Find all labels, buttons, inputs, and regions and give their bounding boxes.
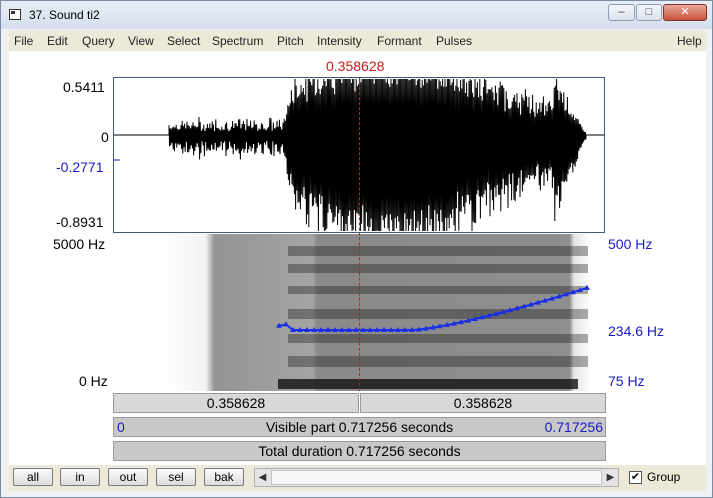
menu-query[interactable]: Query bbox=[82, 34, 115, 48]
zoom-out-button[interactable]: out bbox=[108, 468, 148, 486]
menu-pulses[interactable]: Pulses bbox=[436, 34, 472, 48]
menu-help[interactable]: Help bbox=[677, 34, 702, 48]
menu-intensity[interactable]: Intensity bbox=[317, 34, 362, 48]
pitch-value-label: 234.6 Hz bbox=[608, 323, 665, 339]
spectrogram-bottom-freq-label: 0 Hz bbox=[79, 373, 108, 389]
zoom-all-button[interactable]: all bbox=[13, 468, 53, 486]
total-duration-bar[interactable]: Total duration 0.717256 seconds bbox=[113, 441, 606, 461]
group-label: Group bbox=[647, 470, 681, 484]
formant-band bbox=[288, 286, 588, 294]
formant-band bbox=[288, 334, 588, 343]
left-segment-bar[interactable]: 0.358628 bbox=[113, 393, 359, 413]
window-icon bbox=[9, 9, 21, 20]
menu-bar: File Edit Query View Select Spectrum Pit… bbox=[9, 31, 706, 51]
waveform-min-label: -0.8931 bbox=[56, 214, 104, 230]
pitch-bottom-label: 75 Hz bbox=[608, 373, 645, 389]
zoom-back-button[interactable]: bak bbox=[204, 468, 244, 486]
group-checkbox[interactable]: ✔ bbox=[629, 471, 642, 484]
formant-band bbox=[288, 356, 588, 367]
formant-band bbox=[288, 309, 588, 319]
waveform-max-label: 0.5411 bbox=[63, 79, 105, 95]
scroll-right-icon[interactable]: ▶ bbox=[603, 469, 618, 486]
visible-end-label: 0.717256 bbox=[544, 419, 603, 435]
spectrogram-top-freq-label: 5000 Hz bbox=[53, 236, 106, 252]
menu-view[interactable]: View bbox=[128, 34, 154, 48]
close-button[interactable]: ✕ bbox=[663, 4, 707, 21]
title-bar[interactable]: 37. Sound ti2 ‒ □ ✕ bbox=[1, 1, 712, 29]
window-title: 37. Sound ti2 bbox=[29, 8, 100, 22]
sound-editor-window: 37. Sound ti2 ‒ □ ✕ File Edit Query View… bbox=[0, 0, 713, 498]
formant-band bbox=[288, 264, 588, 273]
menu-file[interactable]: File bbox=[14, 34, 33, 48]
formant-band bbox=[288, 246, 588, 256]
scroll-left-icon[interactable]: ◀ bbox=[255, 469, 270, 486]
visible-part-label: Visible part 0.717256 seconds bbox=[265, 419, 454, 435]
pitch-top-label: 500 Hz bbox=[608, 236, 653, 252]
cursor-line bbox=[359, 77, 360, 391]
maximize-button[interactable]: □ bbox=[636, 4, 662, 21]
zoom-in-button[interactable]: in bbox=[60, 468, 100, 486]
menu-spectrum[interactable]: Spectrum bbox=[212, 34, 263, 48]
zoom-selection-button[interactable]: sel bbox=[156, 468, 196, 486]
minimize-button[interactable]: ‒ bbox=[608, 4, 635, 21]
visible-start-label: 0 bbox=[117, 419, 125, 435]
waveform-zero-label: 0 bbox=[101, 129, 109, 145]
time-scrollbar[interactable]: ◀ ▶ bbox=[254, 468, 619, 487]
menu-edit[interactable]: Edit bbox=[47, 34, 68, 48]
menu-select[interactable]: Select bbox=[167, 34, 200, 48]
cursor-time-label: 0.358628 bbox=[326, 58, 385, 74]
scroll-thumb[interactable] bbox=[271, 470, 602, 485]
right-segment-bar[interactable]: 0.358628 bbox=[360, 393, 606, 413]
menu-pitch[interactable]: Pitch bbox=[277, 34, 304, 48]
visible-part-bar[interactable]: 0 Visible part 0.717256 seconds 0.717256 bbox=[113, 417, 606, 437]
waveform-cursor-value-label: -0.2771 bbox=[56, 159, 104, 175]
menu-formant[interactable]: Formant bbox=[377, 34, 422, 48]
formant-band bbox=[278, 379, 578, 389]
